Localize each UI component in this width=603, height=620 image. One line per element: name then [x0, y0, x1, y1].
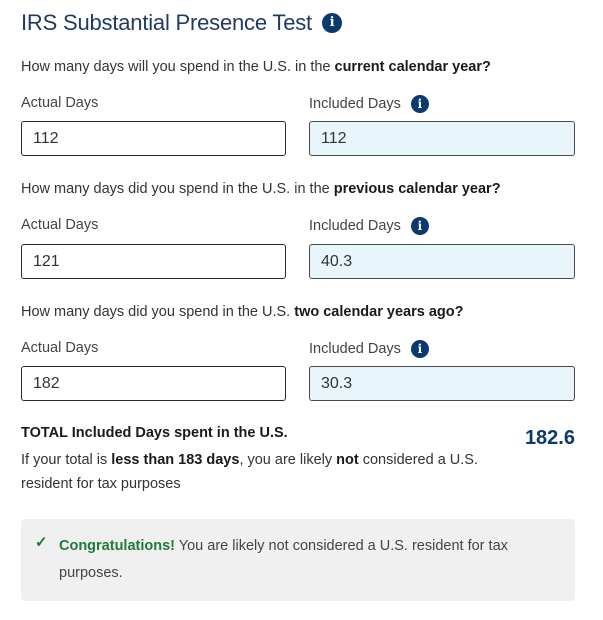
- result-message: Congratulations! You are likely not cons…: [59, 533, 549, 587]
- label-text: Actual Days: [21, 340, 99, 356]
- label-text: Included Days: [309, 218, 401, 234]
- actual-days-current-input[interactable]: 112: [21, 121, 286, 156]
- info-icon[interactable]: i: [321, 13, 342, 33]
- question-current-year: How many days will you spend in the U.S.…: [21, 59, 491, 75]
- question-emphasis: previous calendar year?: [333, 181, 501, 197]
- included-days-label: Included Days i: [309, 217, 429, 235]
- included-days-label: Included Days i: [309, 95, 429, 113]
- question-emphasis: current calendar year?: [334, 59, 491, 75]
- label-text: Actual Days: [21, 95, 99, 111]
- total-label: TOTAL Included Days spent in the U.S.: [21, 425, 288, 441]
- included-days-previous-field: 40.3: [309, 244, 575, 279]
- page-title-text: IRS Substantial Presence Test: [21, 10, 312, 35]
- included-days-current-field: 112: [309, 121, 575, 156]
- actual-days-previous-input[interactable]: 121: [21, 244, 286, 279]
- label-text: Actual Days: [21, 217, 99, 233]
- question-previous-year: How many days did you spend in the U.S. …: [21, 181, 501, 197]
- question-two-years-ago: How many days did you spend in the U.S. …: [21, 304, 463, 320]
- note-text: , you are likely: [239, 452, 337, 468]
- info-icon[interactable]: i: [410, 340, 429, 358]
- total-note: If your total is less than 183 days, you…: [21, 448, 481, 496]
- included-days-two-years-ago-field: 30.3: [309, 366, 575, 401]
- info-icon[interactable]: i: [410, 217, 429, 235]
- note-text: If your total is: [21, 452, 112, 468]
- congratulations-text: Congratulations!: [59, 538, 175, 554]
- question-text: How many days will you spend in the U.S.…: [21, 59, 335, 75]
- actual-days-label: Actual Days: [21, 95, 98, 111]
- actual-days-label: Actual Days: [21, 217, 98, 233]
- question-text: How many days did you spend in the U.S. …: [21, 181, 334, 197]
- note-emphasis: not: [336, 452, 359, 468]
- substantial-presence-calculator: IRS Substantial Presence Test i How many…: [0, 0, 603, 620]
- check-icon: ✓: [35, 534, 48, 551]
- note-emphasis: less than 183 days: [111, 452, 240, 468]
- included-days-label: Included Days i: [309, 340, 429, 358]
- question-emphasis: two calendar years ago?: [294, 304, 464, 320]
- actual-days-label: Actual Days: [21, 340, 98, 356]
- result-message-box: ✓ Congratulations! You are likely not co…: [21, 519, 575, 601]
- label-text: Included Days: [309, 341, 401, 357]
- question-text: How many days did you spend in the U.S.: [21, 304, 295, 320]
- info-icon[interactable]: i: [410, 95, 429, 113]
- page-title: IRS Substantial Presence Test i: [21, 10, 342, 36]
- actual-days-two-years-ago-input[interactable]: 182: [21, 366, 286, 401]
- label-text: Included Days: [309, 96, 401, 112]
- total-value: 182.6: [524, 427, 575, 449]
